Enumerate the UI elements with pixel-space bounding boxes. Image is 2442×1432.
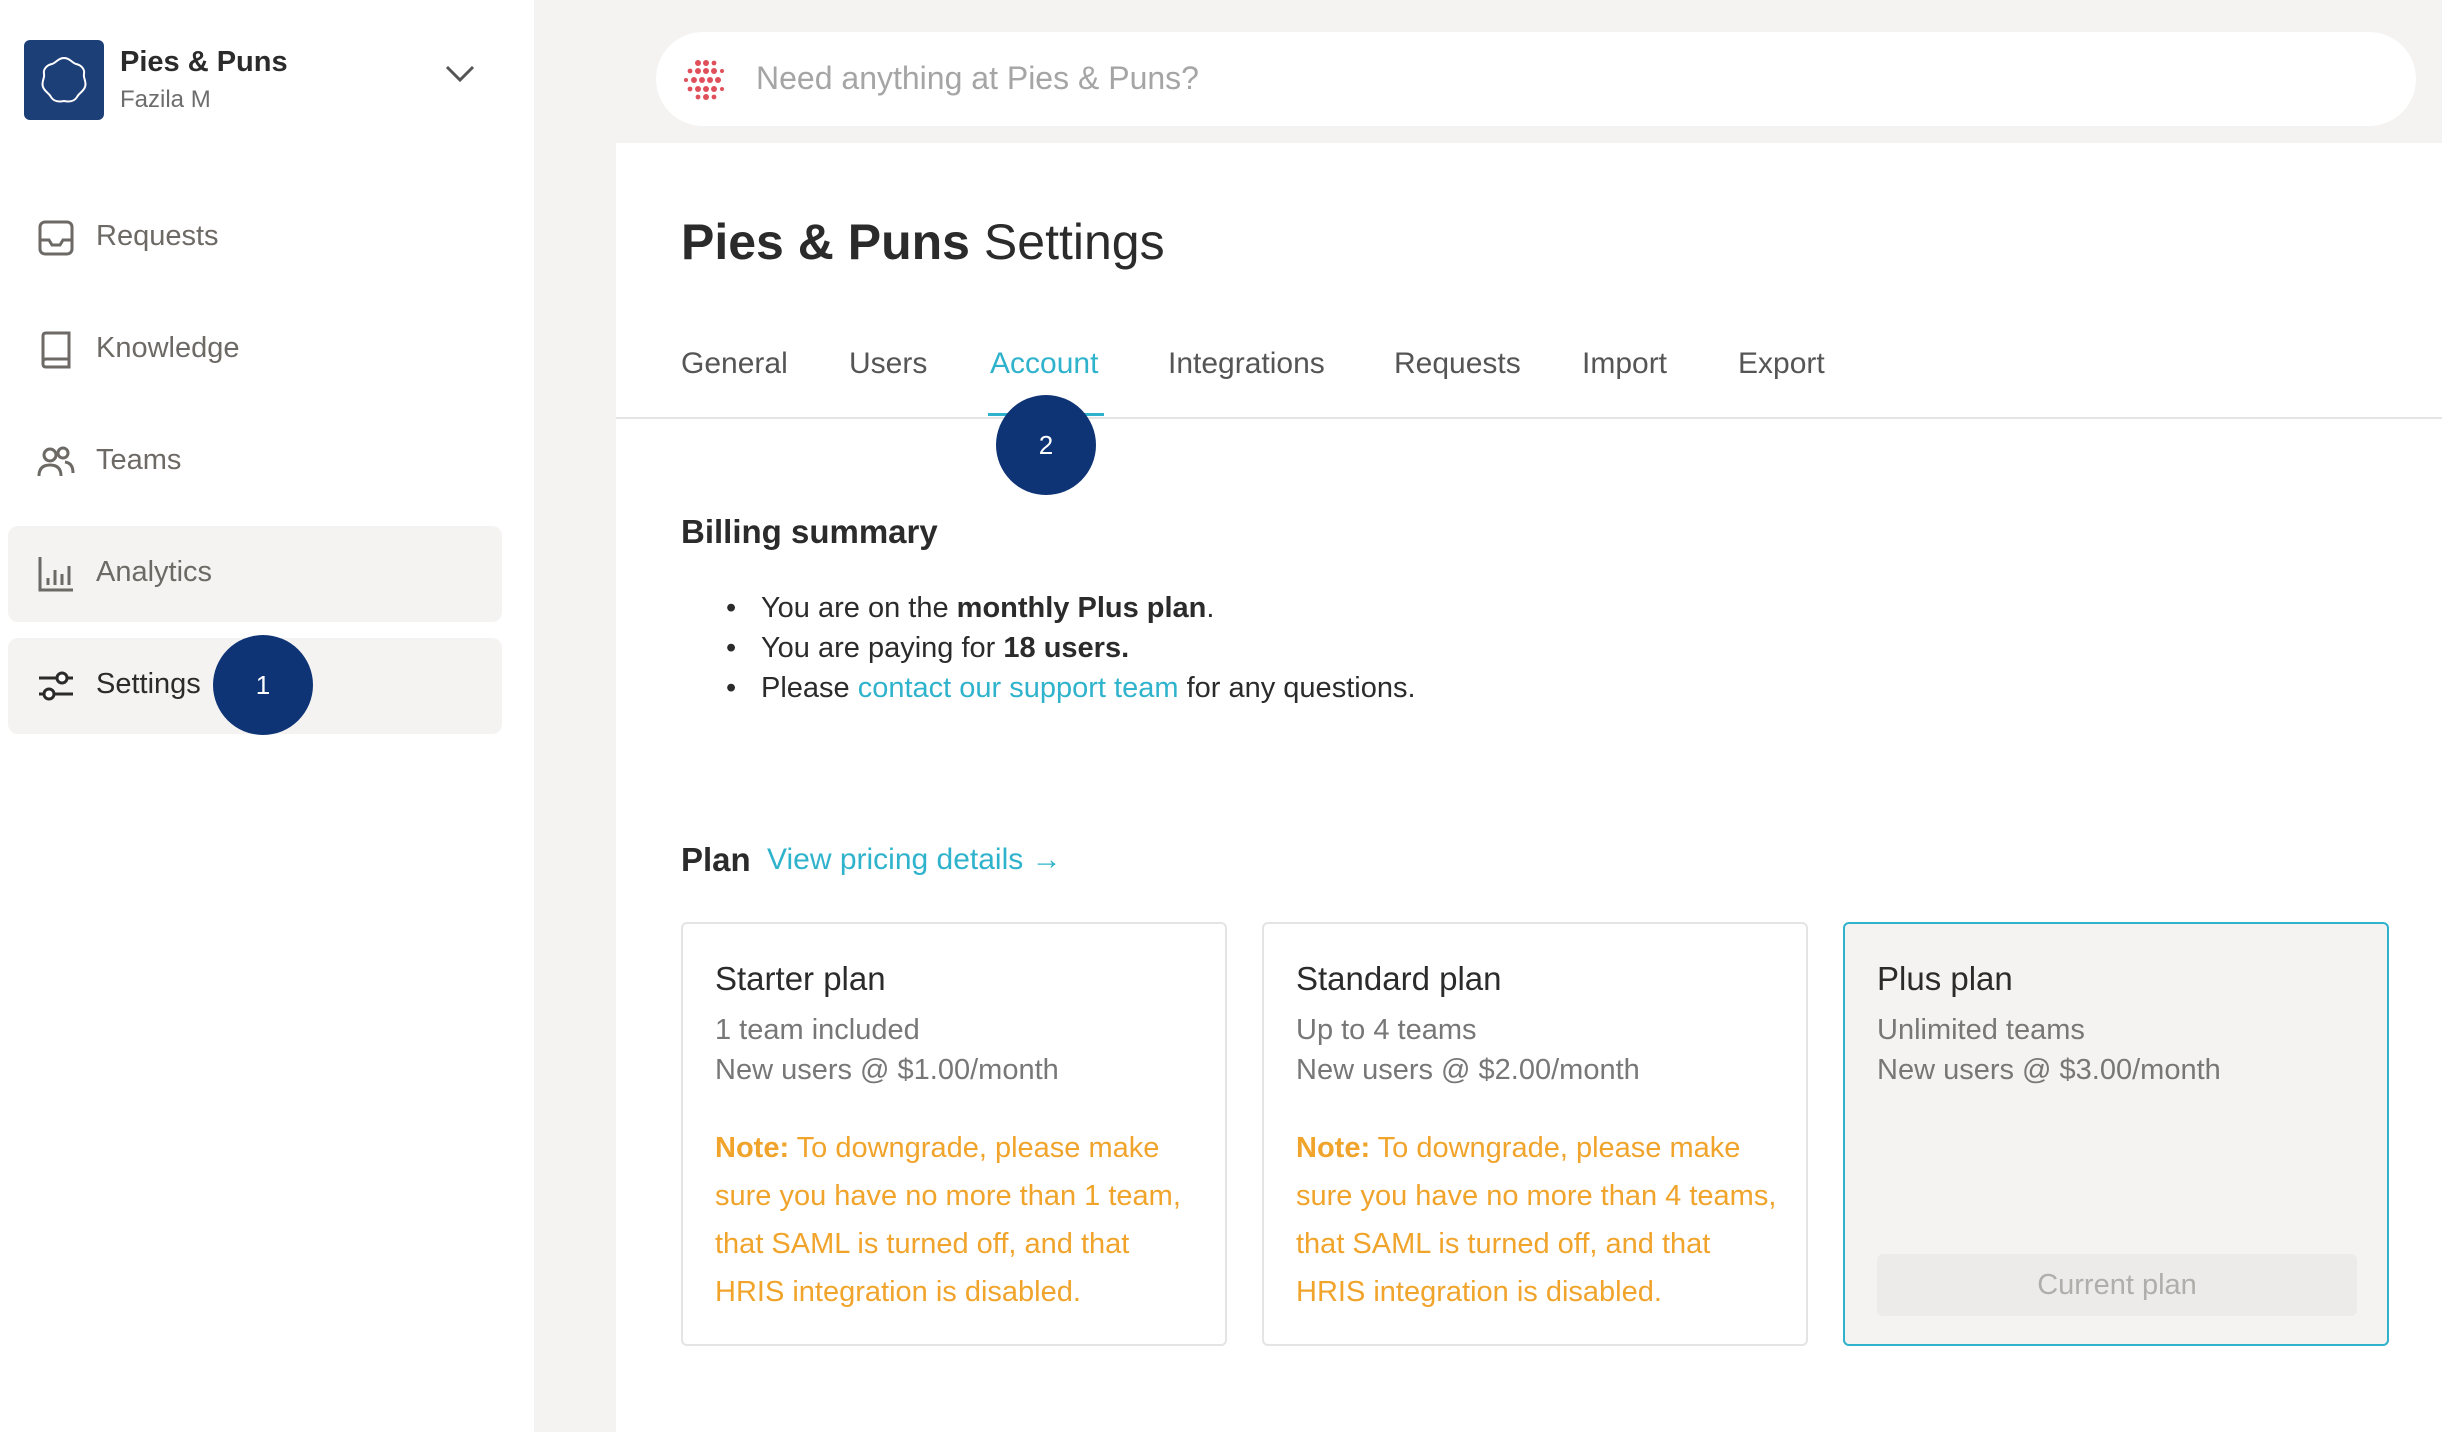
- tab-account[interactable]: Account: [990, 347, 1098, 381]
- users-icon: [37, 446, 75, 477]
- search-placeholder: Need anything at Pies & Puns?: [756, 60, 1199, 96]
- step-marker-1: 1: [213, 635, 313, 735]
- plan-teams: 1 team included: [715, 1014, 920, 1046]
- step-marker-2: 2: [996, 395, 1096, 495]
- current-plan-button[interactable]: Current plan: [1877, 1254, 2357, 1316]
- list-item: You are paying for 18 users.: [681, 628, 1681, 668]
- list-item: Please contact our support team for any …: [681, 668, 1681, 708]
- tab-export[interactable]: Export: [1738, 347, 1825, 381]
- sidebar-item-analytics[interactable]: Analytics: [8, 526, 502, 622]
- app-logo-icon: [684, 60, 724, 100]
- downgrade-note: Note: To downgrade, please make sure you…: [1296, 1132, 1777, 1308]
- plan-card-standard: Standard plan Up to 4 teams New users @ …: [1262, 922, 1808, 1346]
- workspace-user: Fazila M: [120, 86, 211, 113]
- page-title: Pies & Puns Settings: [681, 214, 1165, 270]
- downgrade-note: Note: To downgrade, please make sure you…: [715, 1132, 1181, 1308]
- plan-teams: Up to 4 teams: [1296, 1014, 1477, 1046]
- search-input[interactable]: Need anything at Pies & Puns?: [656, 32, 2416, 126]
- plan-price: New users @ $1.00/month: [715, 1054, 1059, 1086]
- tab-users[interactable]: Users: [849, 347, 927, 381]
- plan-card-starter: Starter plan 1 team included New users @…: [681, 922, 1227, 1346]
- book-icon: [41, 331, 71, 369]
- sidebar: Pies & Puns Fazila M Requests Knowledge …: [0, 0, 534, 1432]
- sidebar-item-teams[interactable]: Teams: [8, 414, 502, 510]
- tab-import[interactable]: Import: [1582, 347, 1667, 381]
- plan-price: New users @ $3.00/month: [1877, 1054, 2221, 1086]
- tab-general[interactable]: General: [681, 347, 788, 381]
- tab-requests[interactable]: Requests: [1394, 347, 1521, 381]
- inbox-icon: [38, 220, 74, 256]
- sidebar-item-label: Teams: [96, 444, 182, 476]
- plan-name: Starter plan: [715, 960, 886, 997]
- bar-chart-icon: [38, 557, 73, 592]
- plan-name: Standard plan: [1296, 960, 1502, 997]
- chevron-down-icon[interactable]: [444, 64, 476, 84]
- workspace-logo-icon: [24, 40, 104, 120]
- sidebar-item-label: Knowledge: [96, 332, 240, 364]
- billing-summary-list: You are on the monthly Plus plan. You ar…: [681, 588, 1681, 708]
- workspace-name: Pies & Puns: [120, 46, 288, 78]
- sliders-icon: [39, 671, 73, 701]
- sidebar-item-label: Analytics: [96, 556, 213, 588]
- plan-name: Plus plan: [1877, 960, 2013, 997]
- workspace-switcher[interactable]: Pies & Puns Fazila M: [24, 40, 484, 120]
- settings-tabs: General Users Account Integrations Reque…: [616, 343, 2442, 419]
- list-item: You are on the monthly Plus plan.: [681, 588, 1681, 628]
- tab-integrations[interactable]: Integrations: [1168, 347, 1325, 381]
- plan-price: New users @ $2.00/month: [1296, 1054, 1640, 1086]
- plan-heading: Plan: [681, 841, 751, 878]
- billing-summary-heading: Billing summary: [681, 513, 938, 550]
- view-pricing-link[interactable]: View pricing details →: [767, 843, 1062, 877]
- support-team-link[interactable]: contact our support team: [858, 672, 1179, 704]
- sidebar-item-knowledge[interactable]: Knowledge: [8, 302, 502, 398]
- sidebar-item-requests[interactable]: Requests: [8, 190, 502, 286]
- settings-panel: Pies & Puns Settings General Users Accou…: [616, 143, 2442, 1432]
- sidebar-item-label: Requests: [96, 220, 219, 252]
- plan-teams: Unlimited teams: [1877, 1014, 2085, 1046]
- plan-card-plus: Plus plan Unlimited teams New users @ $3…: [1843, 922, 2389, 1346]
- sidebar-item-label: Settings: [96, 668, 201, 700]
